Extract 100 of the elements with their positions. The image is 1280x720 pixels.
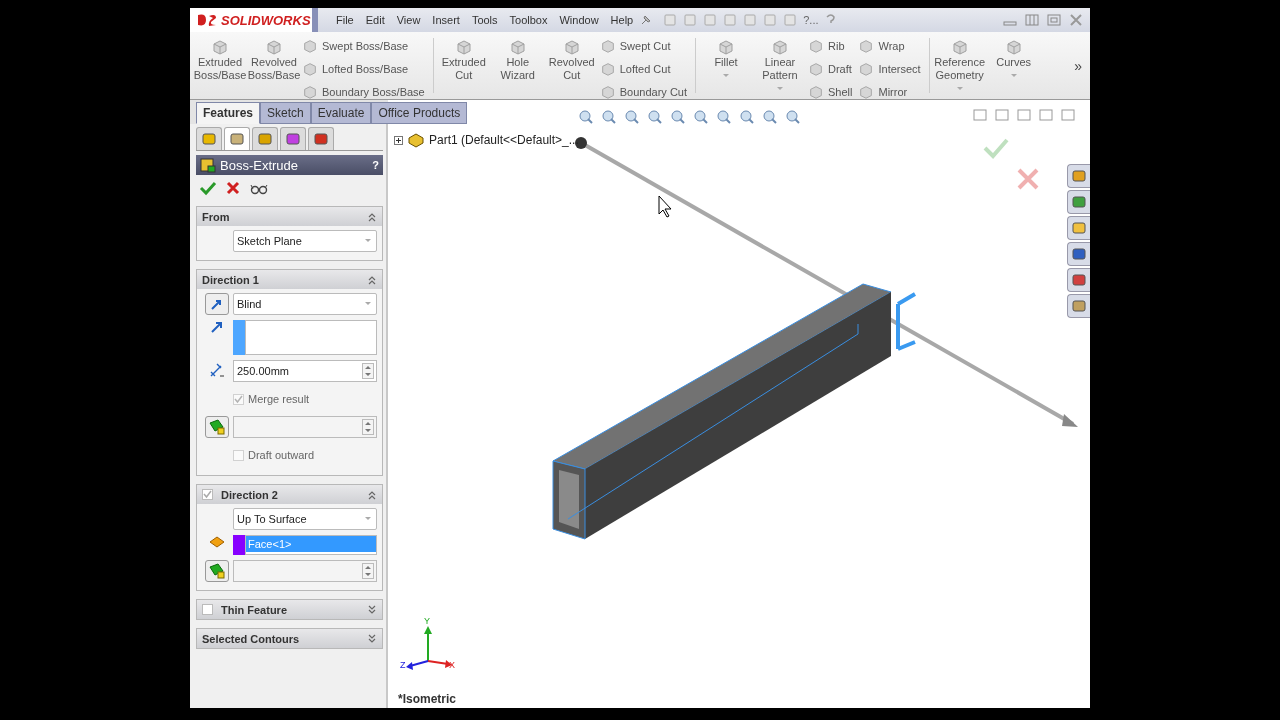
checkmark-icon[interactable] <box>982 137 1010 159</box>
menu-item[interactable]: Tools <box>465 14 504 26</box>
expand-icon[interactable] <box>394 135 403 145</box>
window-control-icon[interactable] <box>994 108 1010 122</box>
number-field[interactable] <box>233 416 377 438</box>
ribbon-button[interactable]: Boundary Boss/Base <box>302 82 429 101</box>
dropdown[interactable]: Blind <box>233 293 377 315</box>
ribbon-button[interactable]: Boundary Cut <box>599 82 691 101</box>
ribbon-button[interactable]: Shell <box>808 82 857 101</box>
task-pane-tab[interactable] <box>1067 294 1090 318</box>
menu-item[interactable]: File <box>330 14 360 26</box>
reverse-direction-button[interactable] <box>205 293 229 315</box>
ribbon-button[interactable]: Wrap <box>858 36 925 55</box>
ribbon-button[interactable]: Linear Pattern <box>754 34 806 92</box>
section-header[interactable]: Selected Contours <box>197 629 382 648</box>
task-pane-tab[interactable] <box>1067 268 1090 292</box>
menu-item[interactable]: Toolbox <box>503 14 554 26</box>
ribbon-button[interactable]: Rib <box>808 36 857 55</box>
caret-icon[interactable] <box>955 86 964 92</box>
panel-tab[interactable] <box>308 127 334 150</box>
task-pane-tab[interactable] <box>1067 190 1090 214</box>
spinner-icon[interactable] <box>362 363 374 379</box>
panel-tab[interactable] <box>280 127 306 150</box>
ribbon-button[interactable]: Revolved Cut <box>545 34 598 82</box>
number-field[interactable] <box>233 560 377 582</box>
ribbon-button[interactable]: Revolved Boss/Base <box>248 34 300 82</box>
window-control-icon[interactable] <box>972 108 988 122</box>
search-hint[interactable]: ?... <box>803 14 819 26</box>
caret-icon[interactable] <box>1009 73 1018 79</box>
ribbon-button[interactable]: Extruded Boss/Base <box>194 34 246 82</box>
restore-icon[interactable] <box>1046 14 1062 26</box>
cross-icon[interactable] <box>1016 167 1040 191</box>
tab[interactable]: Evaluate <box>310 102 372 124</box>
cube-icon <box>808 60 824 77</box>
menu-item[interactable]: Insert <box>426 14 466 26</box>
checkbox[interactable] <box>202 604 213 615</box>
chevron-icon[interactable] <box>367 489 377 500</box>
task-pane-tab[interactable] <box>1067 164 1090 188</box>
ribbon-button[interactable]: Lofted Boss/Base <box>302 59 429 78</box>
ribbon-button[interactable]: Lofted Cut <box>599 59 691 78</box>
axis-triad: Y Z X <box>400 616 455 670</box>
app-logo: SOLIDWORKS <box>221 12 311 28</box>
panel-tab[interactable] <box>224 127 250 150</box>
chevron-icon[interactable] <box>367 633 377 644</box>
caret-icon[interactable] <box>776 86 784 92</box>
tab[interactable]: Features <box>196 102 261 124</box>
ribbon-button[interactable]: Reference Geometry <box>933 34 986 92</box>
ribbon-button[interactable]: Extruded Cut <box>437 34 490 82</box>
panel-title: Boss-Extrude <box>220 157 299 173</box>
menu-item[interactable]: View <box>390 14 427 26</box>
caret-icon <box>364 301 372 307</box>
body-selection-button[interactable] <box>205 560 229 582</box>
menu-item[interactable]: Edit <box>359 14 391 26</box>
section-header[interactable]: Direction 1 <box>197 270 382 289</box>
drag-handle[interactable] <box>896 292 917 351</box>
number-field[interactable]: 250.00mm <box>233 360 377 382</box>
tree-item[interactable]: Part1 (Default<<Default>_... <box>429 133 579 147</box>
more-button[interactable]: » <box>1070 57 1086 74</box>
dropdown[interactable]: Up To Surface <box>233 508 377 530</box>
window-control-icon[interactable] <box>1038 108 1054 122</box>
section-header[interactable]: Thin Feature <box>197 600 382 619</box>
ribbon-button[interactable]: Swept Cut <box>599 36 691 55</box>
spinner-icon[interactable] <box>362 563 374 579</box>
dropdown[interactable]: Sketch Plane <box>233 230 377 252</box>
ribbon-button[interactable]: Intersect <box>858 59 925 78</box>
close-icon[interactable] <box>1068 14 1084 26</box>
tab[interactable]: Office Products <box>371 102 468 124</box>
ribbon-button[interactable]: Fillet <box>700 34 752 79</box>
ribbon-button[interactable]: Curves <box>987 34 1040 79</box>
tile-icon[interactable] <box>1024 14 1040 26</box>
panel-tab[interactable] <box>196 127 222 150</box>
window-control-icon[interactable] <box>1016 108 1032 122</box>
window-control-icon[interactable] <box>1060 108 1076 122</box>
panel-tab[interactable] <box>252 127 278 150</box>
task-pane-tab[interactable] <box>1067 242 1090 266</box>
ribbon-button[interactable]: Draft <box>808 59 857 78</box>
cursor-icon <box>658 195 672 218</box>
face-icon <box>208 535 226 549</box>
help-button[interactable]: ? <box>372 159 379 171</box>
menu-item[interactable]: Window <box>553 14 605 26</box>
ribbon-button[interactable]: Hole Wizard <box>491 34 544 82</box>
task-pane-tab[interactable] <box>1067 216 1090 240</box>
body-selection-button[interactable] <box>205 416 229 438</box>
menu-item[interactable]: Help <box>604 14 640 26</box>
section-header[interactable]: From <box>197 207 382 226</box>
caret-icon[interactable] <box>722 73 730 79</box>
ribbon-button[interactable]: Swept Boss/Base <box>302 36 429 55</box>
section-header[interactable]: Direction 2 <box>197 485 382 504</box>
solid-body-icon <box>208 418 226 436</box>
ribbon-button[interactable]: Mirror <box>858 82 925 101</box>
tab[interactable]: Sketch <box>260 102 311 124</box>
cancel-icon[interactable] <box>225 180 241 196</box>
ok-icon[interactable] <box>199 180 217 196</box>
pane-symbol-icon <box>1071 168 1087 184</box>
spinner-icon[interactable] <box>362 419 374 435</box>
selection-list[interactable] <box>245 320 377 355</box>
chevron-icon[interactable] <box>367 211 377 222</box>
checkbox[interactable] <box>202 489 213 500</box>
chevron-icon[interactable] <box>367 604 377 615</box>
chevron-icon[interactable] <box>367 274 377 285</box>
